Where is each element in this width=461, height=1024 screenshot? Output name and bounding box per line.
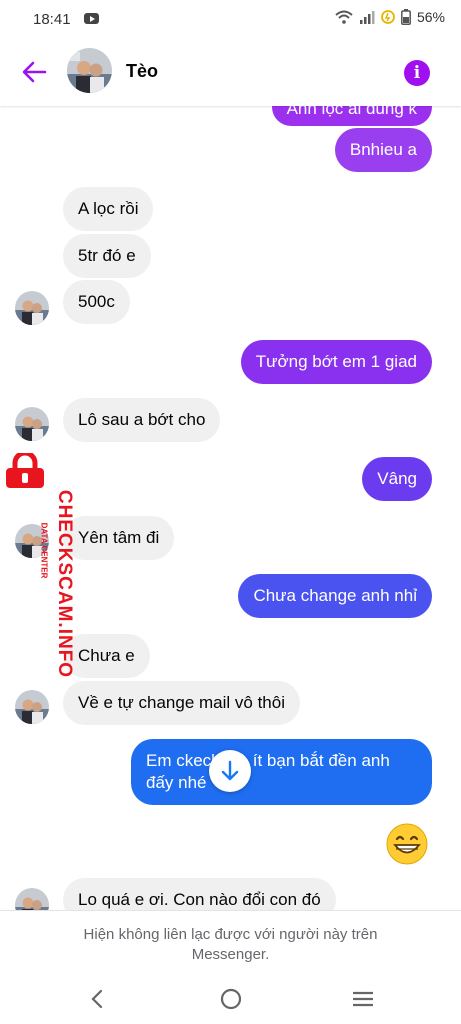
data-saver-icon: [381, 10, 395, 24]
watermark-subtitle: DATA CENTER: [39, 522, 49, 579]
watermark-text: CHECKSCAM.INFO: [54, 489, 76, 679]
watermark: DATA CENTER CHECKSCAM.INFO: [0, 453, 75, 683]
message-line: đấy nhé: [146, 773, 207, 792]
message-incoming[interactable]: Về e tự change mail vô thôi: [63, 681, 300, 725]
nav-home-icon[interactable]: [219, 987, 243, 1011]
unavailable-notice: Hiện không liên lạc được với người này t…: [0, 910, 461, 976]
battery-icon: [401, 9, 411, 25]
status-bar: 18:41 56%: [0, 0, 461, 38]
battery-percent: 56%: [416, 9, 445, 25]
message-incoming[interactable]: Lo quá e ơi. Con nào đổi con đó: [63, 878, 336, 910]
back-arrow-icon[interactable]: [20, 58, 48, 86]
message-line: Em ckeck mà ít bạn bắt đền anh: [146, 751, 390, 770]
sender-avatar[interactable]: [15, 407, 49, 441]
message-outgoing[interactable]: Bnhieu a: [334, 128, 432, 172]
message-outgoing[interactable]: Tưởng bớt em 1 giad: [240, 340, 432, 384]
status-icons: 56%: [335, 9, 445, 25]
scroll-to-bottom-button[interactable]: [209, 750, 251, 792]
lock-icon: [6, 453, 44, 488]
notice-line: Hiện không liên lạc được với người này t…: [83, 926, 378, 943]
signal-icon: [359, 11, 375, 24]
sender-avatar[interactable]: [15, 291, 49, 325]
arrow-down-icon: [221, 760, 239, 781]
message-incoming[interactable]: Yên tâm đi: [63, 516, 175, 560]
message-incoming[interactable]: Lô sau a bớt cho: [63, 398, 221, 442]
message-incoming[interactable]: 500c: [63, 280, 130, 324]
message-incoming[interactable]: 5tr đó e: [63, 234, 151, 278]
nav-back-icon[interactable]: [86, 988, 108, 1010]
message-outgoing[interactable]: Chưa change anh nhỉ: [238, 574, 432, 618]
contact-name[interactable]: Tèo: [126, 61, 158, 82]
wifi-icon: [335, 10, 353, 24]
notice-line: Messenger.: [191, 946, 270, 963]
message-outgoing[interactable]: Em ckeck mà ít bạn bắt đền anh đấy nhé: [131, 739, 432, 805]
chat-header: Tèo i: [0, 38, 461, 106]
contact-avatar[interactable]: [67, 48, 112, 93]
grinning-face-icon[interactable]: [385, 822, 429, 866]
message-incoming[interactable]: Chưa e: [63, 634, 150, 678]
message-outgoing[interactable]: Anh lọc ai dùng k: [271, 106, 432, 126]
youtube-notification-icon: [84, 13, 99, 24]
nav-recents-icon[interactable]: [351, 988, 375, 1010]
info-icon[interactable]: i: [404, 60, 430, 86]
sender-avatar[interactable]: [15, 888, 49, 910]
message-incoming[interactable]: A lọc rồi: [63, 187, 154, 231]
system-navigation-bar: [0, 976, 461, 1024]
sender-avatar[interactable]: [15, 690, 49, 724]
message-outgoing[interactable]: Vâng: [362, 457, 432, 501]
status-time: 18:41: [33, 11, 71, 28]
